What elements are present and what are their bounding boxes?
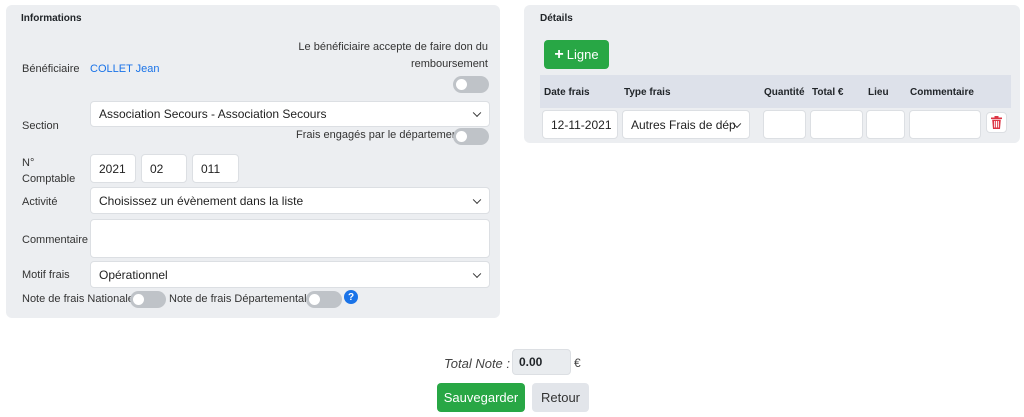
comment-input[interactable] xyxy=(909,110,981,139)
total-input[interactable] xyxy=(810,110,863,139)
motif-value: Opérationnel xyxy=(99,267,168,282)
comptable-number-input[interactable]: 011 xyxy=(192,154,239,183)
departmental-label: Note de frais Départementale xyxy=(169,293,313,305)
dept-costs-label: Frais engagés par le département xyxy=(296,129,462,141)
back-button[interactable]: Retour xyxy=(532,383,589,412)
delete-row-button[interactable] xyxy=(986,112,1007,133)
help-icon[interactable]: ? xyxy=(344,290,358,304)
activity-value: Choisissez un évènement dans la liste xyxy=(99,193,304,208)
activity-label: Activité xyxy=(22,196,58,208)
national-label: Note de frais Nationale xyxy=(22,293,134,305)
save-button[interactable]: Sauvegarder xyxy=(437,383,525,412)
column-date: Date frais xyxy=(544,87,590,98)
quantity-input[interactable] xyxy=(763,110,806,139)
type-select[interactable]: Autres Frais de dép xyxy=(622,110,750,139)
details-title: Détails xyxy=(540,13,573,24)
chevron-down-icon xyxy=(472,195,482,204)
comptable-label: N° Comptable xyxy=(22,157,76,185)
chevron-down-icon xyxy=(472,108,482,118)
section-label: Section xyxy=(22,120,59,132)
column-comment: Commentaire xyxy=(910,87,974,98)
donation-text: Le bénéficiaire accepte de faire don du … xyxy=(298,41,488,70)
currency-symbol: € xyxy=(574,356,581,370)
beneficiary-link[interactable]: COLLET Jean xyxy=(90,63,160,75)
motif-label: Motif frais xyxy=(22,269,70,281)
total-note-value: 0.00 xyxy=(512,349,571,375)
total-note-label: Total Note : xyxy=(444,356,511,371)
dept-costs-toggle[interactable] xyxy=(453,128,489,145)
section-value: Association Secours - Association Secour… xyxy=(99,107,327,121)
activity-select[interactable]: Choisissez un évènement dans la liste xyxy=(90,187,490,214)
comment-label: Commentaire xyxy=(22,234,89,246)
add-line-button[interactable]: + Ligne xyxy=(544,40,609,69)
motif-select[interactable]: Opérationnel xyxy=(90,261,490,288)
plus-icon: + xyxy=(554,45,564,63)
informations-panel: Informations Bénéficiaire COLLET Jean Le… xyxy=(6,5,500,318)
national-toggle[interactable] xyxy=(130,291,166,308)
informations-title: Informations xyxy=(21,13,82,24)
comment-textarea[interactable] xyxy=(90,219,490,258)
column-type: Type frais xyxy=(624,87,671,98)
details-panel: Détails + Ligne Date frais Type frais Qu… xyxy=(524,5,1020,143)
add-line-label: Ligne xyxy=(566,47,599,62)
column-location: Lieu xyxy=(868,87,889,98)
date-input[interactable]: 12-11-2021 xyxy=(542,110,618,139)
section-select[interactable]: Association Secours - Association Secour… xyxy=(90,101,490,127)
comptable-year-input[interactable]: 2021 xyxy=(90,154,136,183)
comptable-month-input[interactable]: 02 xyxy=(141,154,187,183)
trash-icon xyxy=(991,116,1002,129)
departmental-toggle[interactable] xyxy=(306,291,342,308)
location-input[interactable] xyxy=(866,110,905,139)
column-quantity: Quantité xyxy=(764,87,805,98)
type-value: Autres Frais de dép xyxy=(631,117,736,132)
column-total: Total € xyxy=(812,87,844,98)
beneficiary-label: Bénéficiaire xyxy=(22,63,80,75)
donation-toggle[interactable] xyxy=(453,76,489,93)
chevron-down-icon xyxy=(472,269,482,278)
